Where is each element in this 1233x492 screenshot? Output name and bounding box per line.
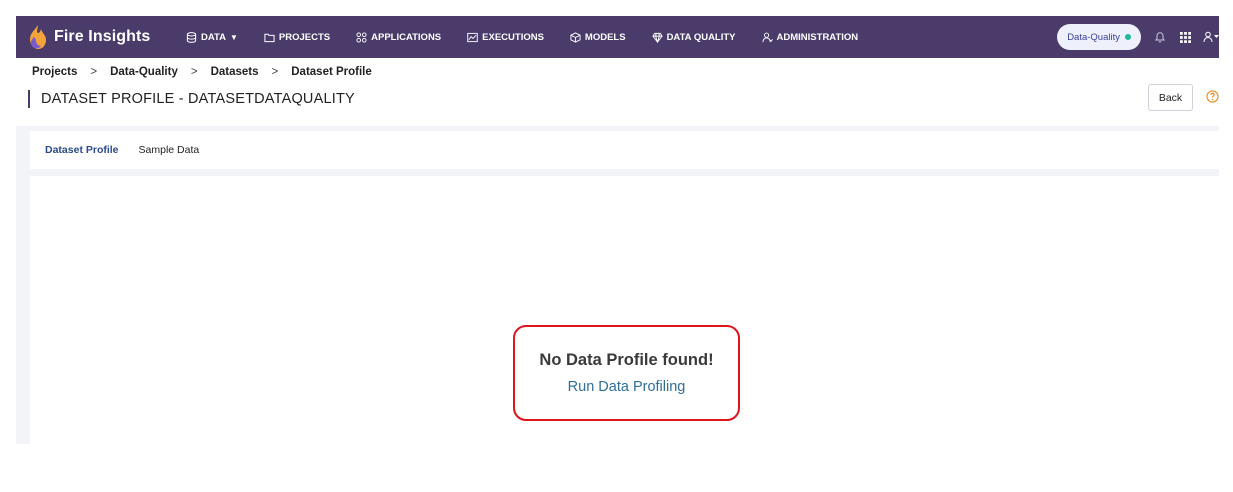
tab-sample-data[interactable]: Sample Data (139, 144, 200, 156)
flame-logo-icon (30, 25, 46, 49)
tab-bar: Dataset Profile Sample Data (30, 131, 1219, 169)
status-dot-icon (1125, 34, 1131, 40)
page-title: DATASET PROFILE - DATASETDATAQUALITY (28, 90, 355, 108)
breadcrumb-data-quality[interactable]: Data-Quality (110, 66, 178, 78)
help-icon[interactable] (1206, 90, 1219, 103)
nav-applications[interactable]: APPLICATIONS (356, 32, 441, 43)
breadcrumb: Projects > Data-Quality > Datasets > Dat… (32, 66, 372, 78)
top-navbar: Fire Insights DATA ▼ PROJECTS APPLICATIO… (16, 16, 1219, 58)
nav-executions[interactable]: EXECUTIONS (467, 32, 544, 43)
folder-icon (264, 33, 275, 42)
nav-data[interactable]: DATA ▼ (186, 32, 238, 43)
nav-models[interactable]: MODELS (570, 32, 626, 43)
users-icon (761, 32, 773, 42)
chart-icon (467, 32, 478, 42)
app-window: Fire Insights DATA ▼ PROJECTS APPLICATIO… (16, 16, 1219, 444)
cube-icon (570, 31, 581, 43)
current-project-pill[interactable]: Data-Quality (1057, 24, 1141, 50)
grid-icon (356, 31, 367, 43)
nav-applications-label: APPLICATIONS (371, 31, 442, 43)
nav-data-quality[interactable]: DATA QUALITY (651, 31, 736, 43)
nav-projects[interactable]: PROJECTS (264, 32, 330, 43)
breadcrumb-separator: > (190, 66, 198, 78)
breadcrumb-projects[interactable]: Projects (32, 66, 77, 78)
navbar-right: Data-Quality (1057, 16, 1219, 58)
run-data-profiling-link[interactable]: Run Data Profiling (568, 379, 686, 395)
nav-data-label: DATA (201, 31, 226, 43)
user-menu-icon[interactable] (1203, 30, 1219, 44)
page-header: Projects > Data-Quality > Datasets > Dat… (16, 58, 1219, 126)
nav-data-quality-label: DATA QUALITY (666, 31, 736, 43)
breadcrumb-separator: > (90, 66, 98, 78)
nav-models-label: MODELS (584, 31, 626, 43)
back-button[interactable]: Back (1148, 84, 1193, 111)
tab-content: No Data Profile found! Run Data Profilin… (30, 176, 1219, 444)
diamond-icon (651, 32, 663, 43)
caret-down-icon: ▼ (229, 32, 238, 42)
empty-state-highlight: No Data Profile found! Run Data Profilin… (513, 325, 740, 421)
nav-administration[interactable]: ADMINISTRATION (761, 31, 859, 43)
empty-state-title: No Data Profile found! (539, 351, 714, 369)
main-nav: DATA ▼ PROJECTS APPLICATIONS EXECUTIONS … (186, 32, 884, 43)
notifications-icon[interactable] (1153, 30, 1167, 44)
tab-dataset-profile[interactable]: Dataset Profile (45, 144, 119, 156)
nav-executions-label: EXECUTIONS (482, 31, 544, 43)
breadcrumb-dataset-profile: Dataset Profile (291, 66, 372, 78)
brand-name: Fire Insights (54, 28, 151, 45)
breadcrumb-datasets[interactable]: Datasets (211, 66, 259, 78)
nav-projects-label: PROJECTS (278, 31, 331, 43)
current-project-name: Data-Quality (1067, 31, 1120, 43)
brand[interactable]: Fire Insights (26, 24, 176, 50)
apps-grid-icon[interactable] (1178, 30, 1192, 44)
breadcrumb-separator: > (271, 66, 279, 78)
nav-administration-label: ADMINISTRATION (776, 31, 859, 43)
database-icon (186, 31, 197, 43)
